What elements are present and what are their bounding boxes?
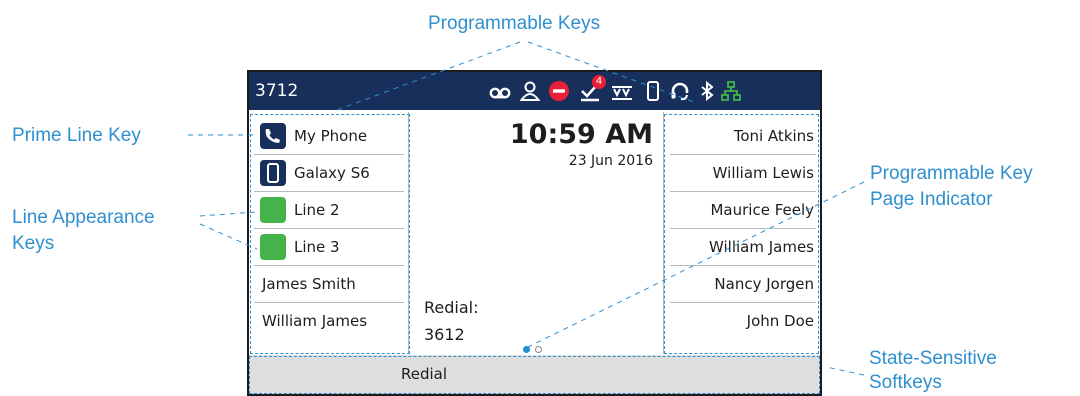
line-key-label: William James: [262, 312, 368, 330]
programmable-key[interactable]: William Lewis: [670, 155, 816, 192]
programmable-key[interactable]: John Doe: [670, 303, 816, 340]
line-appearance-callout: Line Appearance: [12, 207, 155, 228]
voicemail-icon[interactable]: [489, 80, 511, 102]
line-key-label: Line 3: [294, 238, 340, 256]
softkey-bar: Redial: [249, 355, 820, 394]
message-count-badge: 4: [592, 75, 606, 89]
prime-line-key-callout: Prime Line Key: [12, 125, 141, 146]
status-bar: 3712 4: [249, 72, 820, 110]
call-forward-icon[interactable]: [611, 80, 633, 102]
programmable-key-label: John Doe: [746, 312, 814, 330]
redial-softkey[interactable]: Redial: [401, 355, 447, 393]
page-indicator-callout-2: Page Indicator: [870, 189, 993, 210]
bluetooth-icon[interactable]: [696, 80, 718, 102]
network-icon[interactable]: [720, 80, 742, 102]
programmable-keys-callout: Programmable Keys: [428, 13, 601, 34]
headset-icon[interactable]: [669, 80, 691, 102]
page-indicator-dot-active[interactable]: [523, 346, 530, 353]
line-status-icon: [260, 234, 286, 260]
mobile-phone-icon[interactable]: [642, 80, 664, 102]
programmable-key-label: Maurice Feely: [710, 201, 814, 219]
programmable-key-label: Nancy Jorgen: [714, 275, 814, 293]
page-indicator-dot[interactable]: [535, 346, 542, 353]
redial-info: Redial: 3612: [424, 294, 478, 348]
line-key-label: James Smith: [262, 275, 356, 293]
do-not-disturb-icon[interactable]: [548, 80, 570, 102]
clock: 10:59 AM 23 Jun 2016: [509, 120, 653, 170]
programmable-key[interactable]: Maurice Feely: [670, 192, 816, 229]
line-appearance-callout-keys: Keys: [12, 233, 55, 254]
mobile-phone-icon: [260, 160, 286, 186]
line-keys-column: My Phone Galaxy S6 Line 2 Line 3 James S…: [250, 112, 409, 354]
line-key-label: My Phone: [294, 127, 368, 145]
softkeys-callout: State-Sensitive: [869, 348, 997, 369]
line-key-line-2[interactable]: Line 2: [254, 192, 404, 229]
programmable-keys-column: Toni Atkins William Lewis Maurice Feely …: [663, 112, 820, 354]
programmable-key-label: William Lewis: [712, 164, 814, 182]
softkeys-callout-2: Softkeys: [869, 372, 942, 393]
line-key-galaxy-s6[interactable]: Galaxy S6: [254, 155, 404, 192]
extension-number: 3712: [255, 81, 299, 101]
redial-number: 3612: [424, 325, 465, 344]
line-key-line-3[interactable]: Line 3: [254, 229, 404, 266]
line-key-william-james[interactable]: William James: [254, 303, 404, 340]
phone-icon: [260, 123, 286, 149]
line-status-icon: [260, 197, 286, 223]
page-indicator-callout: Programmable Key: [870, 163, 1033, 184]
programmable-key[interactable]: Nancy Jorgen: [670, 266, 816, 303]
message-count: 4: [595, 76, 603, 87]
user-presence-icon[interactable]: [519, 80, 541, 102]
clock-date: 23 Jun 2016: [568, 153, 653, 169]
line-key-my-phone[interactable]: My Phone: [254, 118, 404, 155]
programmable-key[interactable]: William James: [670, 229, 816, 266]
programmable-key-label: William James: [708, 238, 814, 256]
programmable-key[interactable]: Toni Atkins: [670, 118, 816, 155]
redial-label: Redial:: [424, 298, 479, 317]
clock-time: 10:59 AM: [509, 119, 653, 150]
line-key-label: Galaxy S6: [294, 164, 370, 182]
programmable-key-label: Toni Atkins: [733, 127, 814, 145]
phone-screen: 3712 4 My Phone Galaxy S6 Line 2 Line 3 …: [247, 70, 822, 396]
line-key-james-smith[interactable]: James Smith: [254, 266, 404, 303]
line-key-label: Line 2: [294, 201, 340, 219]
